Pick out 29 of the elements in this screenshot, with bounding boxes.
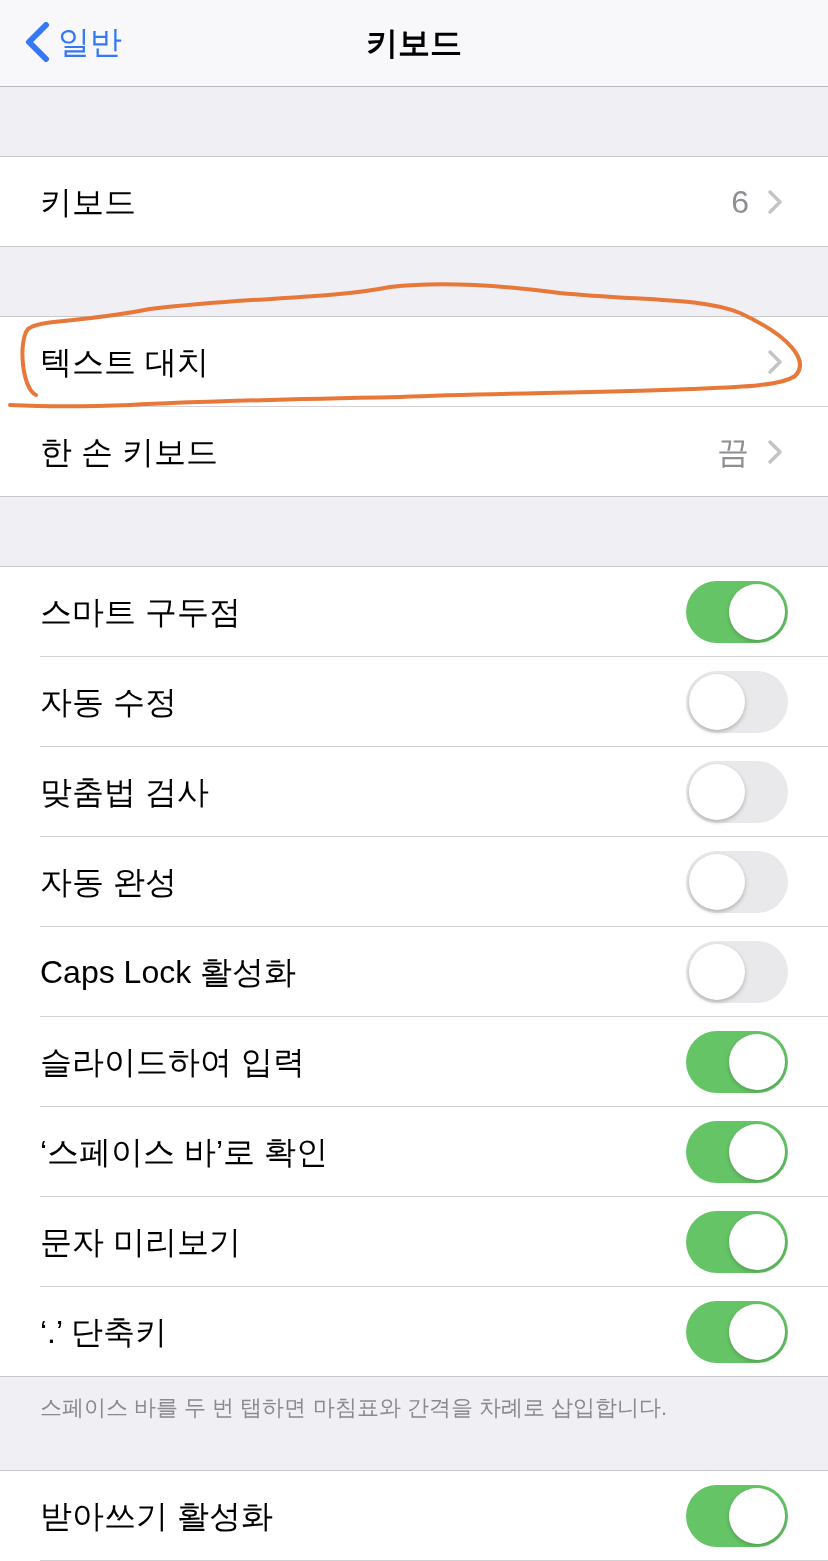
chevron-right-icon <box>767 348 783 375</box>
footer-note: 스페이스 바를 두 번 탭하면 마침표와 간격을 차례로 삽입합니다. <box>40 1395 667 1420</box>
setting-label: 스마트 구두점 <box>40 592 241 632</box>
chevron-left-icon <box>24 22 50 62</box>
setting-label: ‘스페이스 바’로 확인 <box>40 1132 328 1172</box>
setting-label: 맞춤법 검사 <box>40 772 209 812</box>
setting-label: 자동 수정 <box>40 682 177 722</box>
row-label: 키보드 <box>40 182 136 222</box>
setting-label: 슬라이드하여 입력 <box>40 1042 305 1082</box>
chevron-right-icon <box>767 188 783 215</box>
toggle-switch[interactable] <box>686 940 788 1003</box>
toggle-switch[interactable] <box>686 670 788 733</box>
setting-label: Caps Lock 활성화 <box>40 952 297 992</box>
setting-label: 받아쓰기 활성화 <box>40 1496 273 1536</box>
row-label: 텍스트 대치 <box>40 342 209 382</box>
toggle-switch[interactable] <box>686 760 788 823</box>
row-value: 6 <box>731 182 749 222</box>
setting-label: 문자 미리보기 <box>40 1222 241 1262</box>
toggle-switch[interactable] <box>686 850 788 913</box>
back-button[interactable]: 일반 <box>24 22 122 62</box>
row-value: 끔 <box>717 432 749 472</box>
settings-row[interactable]: 텍스트 대치 <box>0 317 828 406</box>
chevron-right-icon <box>767 438 783 465</box>
setting-label: ‘.’ 단축키 <box>40 1312 167 1352</box>
settings-row[interactable]: 한 손 키보드 끔 <box>0 407 828 496</box>
nav-title: 키보드 <box>366 24 462 63</box>
row-label: 한 손 키보드 <box>40 432 218 472</box>
setting-label: 자동 완성 <box>40 862 177 902</box>
settings-row[interactable]: 키보드 6 <box>0 157 828 246</box>
